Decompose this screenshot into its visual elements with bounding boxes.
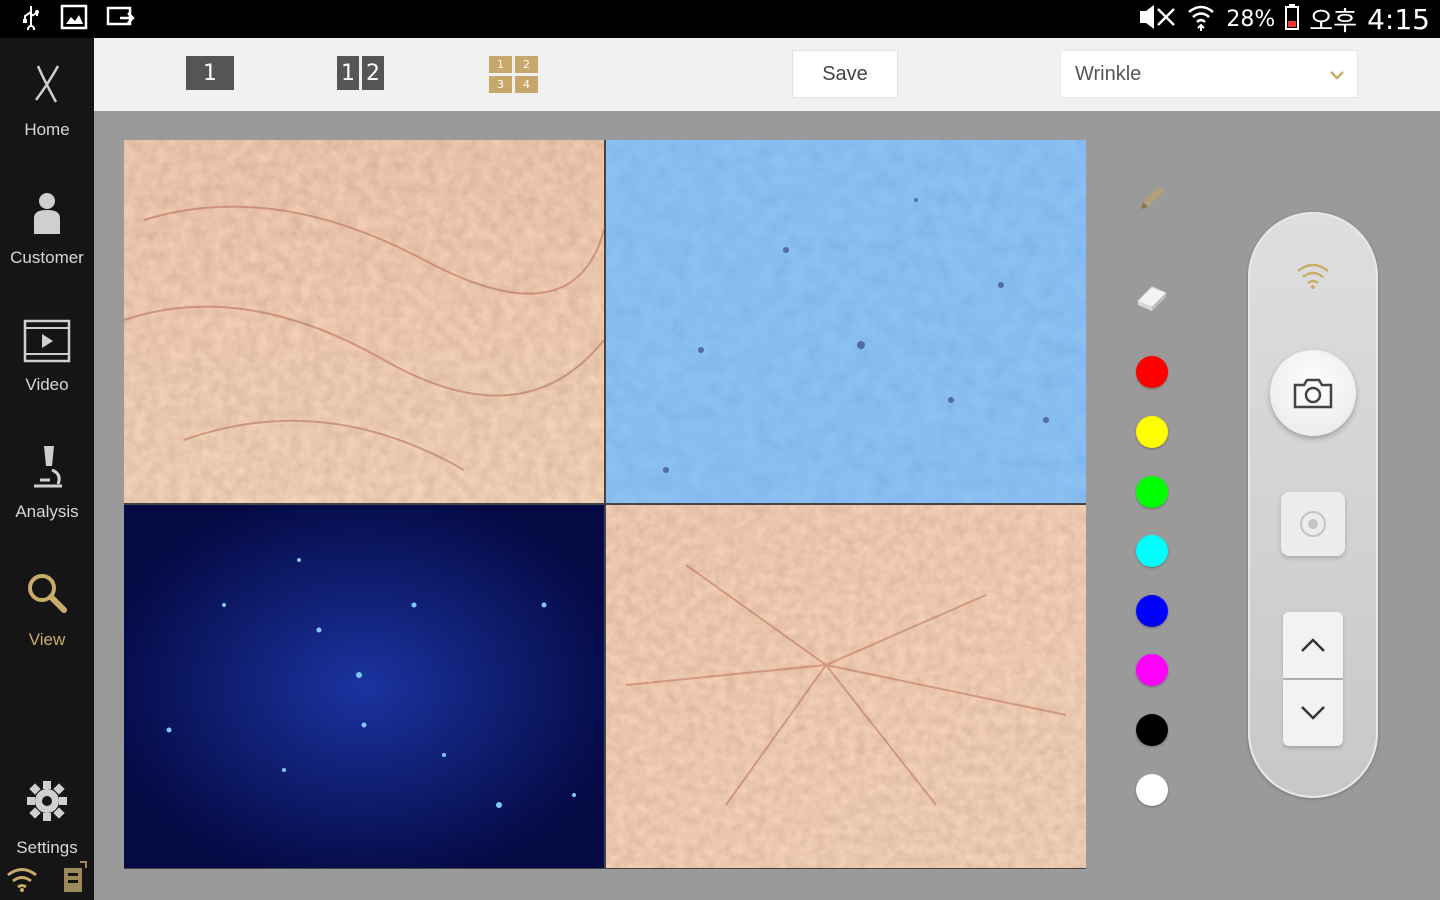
capture-button[interactable] [1270,350,1356,436]
skin-image [606,505,1086,868]
layout-cell: 1 [186,56,234,90]
layout-quad-button[interactable]: 1 2 3 4 [489,56,538,93]
screen-mirror-icon [106,4,136,35]
zoom-up-button[interactable] [1283,612,1343,678]
image-tile-1[interactable] [124,140,604,503]
wifi-status-icon [1186,3,1216,36]
swatch-dot [1136,416,1168,448]
device-wifi-icon [1297,263,1329,289]
swatch-dot [1136,774,1168,806]
color-swatch-yellow[interactable] [1130,410,1174,454]
sidebar-bottom-status [0,860,94,900]
layout-cell: 2 [515,56,538,73]
battery-device-icon [64,861,87,892]
home-icon [34,65,60,103]
color-swatch-green[interactable] [1130,470,1174,514]
layout-dual-button[interactable]: 1 2 [337,56,384,92]
camera-icon [1293,378,1333,409]
layout-cell: 1 [337,56,359,90]
skin-image [606,140,1086,503]
color-swatch-black[interactable] [1130,708,1174,752]
eraser-icon [1137,286,1167,311]
sidebar-item-video[interactable]: Video [0,299,94,409]
microscope-icon [34,446,62,488]
status-left [20,0,136,38]
color-swatch-red[interactable] [1130,350,1174,394]
status-time: 4:15 [1367,2,1430,36]
status-bar: 28% 오후 4:15 [0,0,1440,38]
mode-select-value: Wrinkle [1075,62,1142,85]
sidebar-item-view[interactable]: View [0,554,94,664]
color-swatch-magenta[interactable] [1130,648,1174,692]
sidebar: Home Customer Video Analysis View Settin… [0,38,94,900]
status-ampm: 오후 [1309,6,1358,37]
swatch-dot [1136,535,1168,567]
layout-cell: 3 [489,76,512,93]
gallery-icon [60,4,88,35]
color-swatch-cyan[interactable] [1130,529,1174,573]
chevron-up-icon [1301,638,1325,652]
chevron-down-icon [1330,71,1344,80]
sidebar-item-label: Settings [16,838,78,857]
person-icon [34,193,60,234]
toolbar: 1 1 2 1 2 3 4 Save Wrinkle [94,38,1440,111]
pencil-icon [1141,186,1164,209]
skin-image [124,140,604,503]
swatch-dot [1136,654,1168,686]
layout-cell: 2 [362,56,384,90]
eraser-tool-button[interactable] [1130,274,1174,318]
video-icon [23,319,71,363]
battery-percent: 28% [1226,6,1276,32]
mode-select[interactable]: Wrinkle [1060,50,1358,98]
image-tile-3[interactable] [124,505,604,868]
sidebar-item-customer[interactable]: Customer [0,172,94,282]
magnifier-icon [28,574,67,613]
sidebar-item-settings[interactable]: Settings [0,762,94,872]
sidebar-item-analysis[interactable]: Analysis [0,426,94,536]
wifi-connected-icon [7,868,37,892]
layout-single-button[interactable]: 1 [186,56,234,92]
sidebar-item-label: View [28,630,66,649]
mute-icon [1138,4,1176,34]
sidebar-item-home[interactable]: Home [0,44,94,154]
image-grid [124,140,1086,869]
swatch-dot [1136,476,1168,508]
layout-cell: 4 [515,76,538,93]
swatch-dot [1136,714,1168,746]
save-button[interactable]: Save [792,50,898,98]
status-right: 28% 오후 4:15 [1138,0,1430,38]
swatch-dot [1136,356,1168,388]
record-button[interactable] [1281,492,1345,556]
app-root: 28% 오후 4:15 Home Customer Video Analysis [0,0,1440,900]
skin-image [124,505,604,868]
sidebar-item-label: Video [25,375,69,394]
usb-icon [20,4,42,35]
color-swatch-blue[interactable] [1130,589,1174,633]
color-swatch-white[interactable] [1130,768,1174,812]
layout-cell: 1 [489,56,512,73]
device-control-panel [1248,212,1378,798]
swatch-dot [1136,595,1168,627]
sidebar-item-label: Home [24,120,70,139]
sidebar-item-label: Analysis [15,502,79,521]
zoom-down-button[interactable] [1283,680,1343,746]
record-icon [1300,511,1326,537]
gear-icon [27,781,67,821]
chevron-down-icon [1301,706,1325,720]
image-tile-4[interactable] [606,505,1086,868]
image-tile-2[interactable] [606,140,1086,503]
sidebar-item-label: Customer [10,248,84,267]
pencil-tool-button[interactable] [1130,176,1174,220]
battery-icon [1285,3,1300,35]
